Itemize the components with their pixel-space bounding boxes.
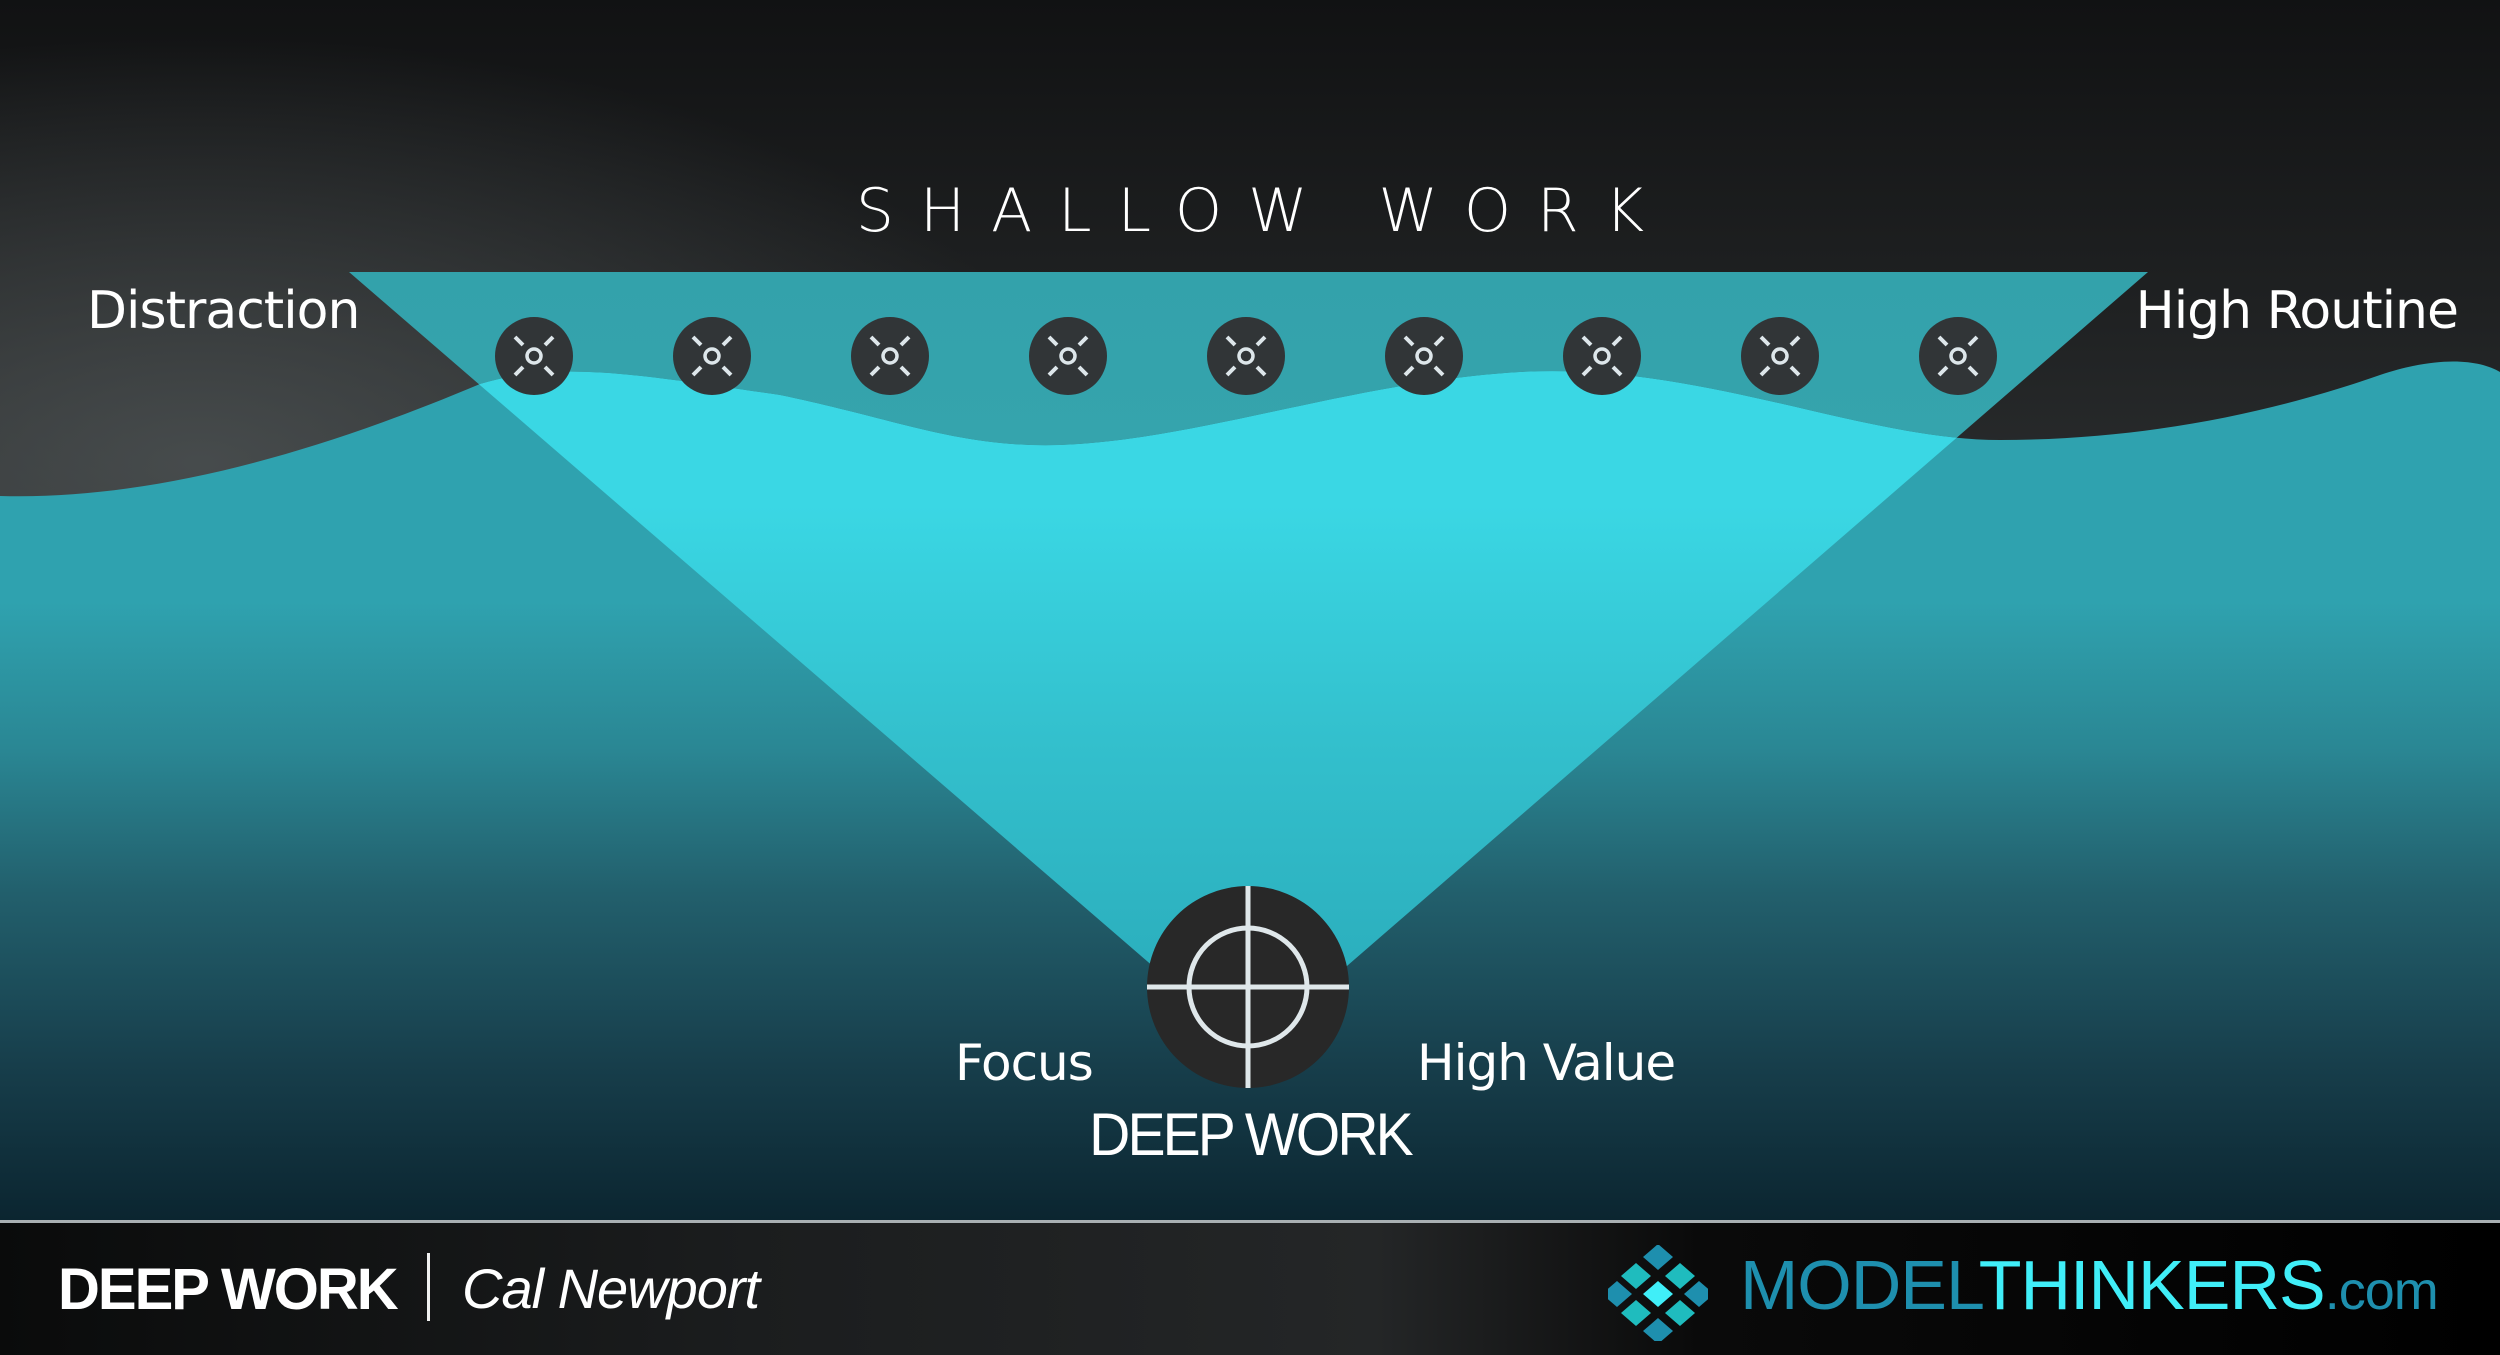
shallow-work-title: SHALLOW WORK [855,176,1671,246]
brand-thinkers: THINKERS [1978,1246,2326,1324]
logo-diamond [1608,1281,1632,1307]
logo-diamond [1665,1263,1695,1289]
crosshair-target-icon [1147,886,1349,1088]
scattered-focus-icon [1207,317,1285,395]
scattered-focus-icon [851,317,929,395]
brand-link[interactable]: MODELTHINKERS.com [1740,1245,2439,1325]
shallow-icons-row [495,317,1997,395]
logo-diamond [1684,1281,1708,1307]
scattered-focus-icon [1919,317,1997,395]
deep-work-title: DEEP WORK [1089,1101,1414,1168]
logo-diamond [1621,1263,1651,1289]
footer-divider [427,1253,430,1321]
distraction-label: Distraction [87,281,360,341]
focus-label: Focus [955,1034,1094,1092]
scattered-focus-icon [1741,317,1819,395]
scattered-focus-icon [673,317,751,395]
logo-diamond [1665,1300,1695,1326]
high-routine-label: High Routine [2135,281,2459,341]
diagram-canvas: SHALLOW WORK Distraction High Routine Fo… [0,0,2500,1220]
logo-diamond [1621,1300,1651,1326]
footer-book-title: DEEP WORK [58,1257,399,1322]
scattered-focus-icon [1563,317,1641,395]
diamond-grid-logo-icon [1608,1245,1708,1341]
scattered-focus-icon [1385,317,1463,395]
logo-diamond [1643,1318,1673,1341]
scattered-focus-icon [1029,317,1107,395]
brand-suffix: .com [2324,1261,2439,1321]
high-value-label: High Value [1417,1034,1676,1092]
logo-diamond [1643,1281,1673,1307]
logo-diamond [1643,1245,1673,1270]
footer-author: Cal Newport [462,1257,760,1320]
brand-model: MODEL [1740,1246,1980,1324]
scattered-focus-icon [495,317,573,395]
footer-bar: DEEP WORK Cal Newport MODELTHINKERS.com [0,1220,2500,1355]
